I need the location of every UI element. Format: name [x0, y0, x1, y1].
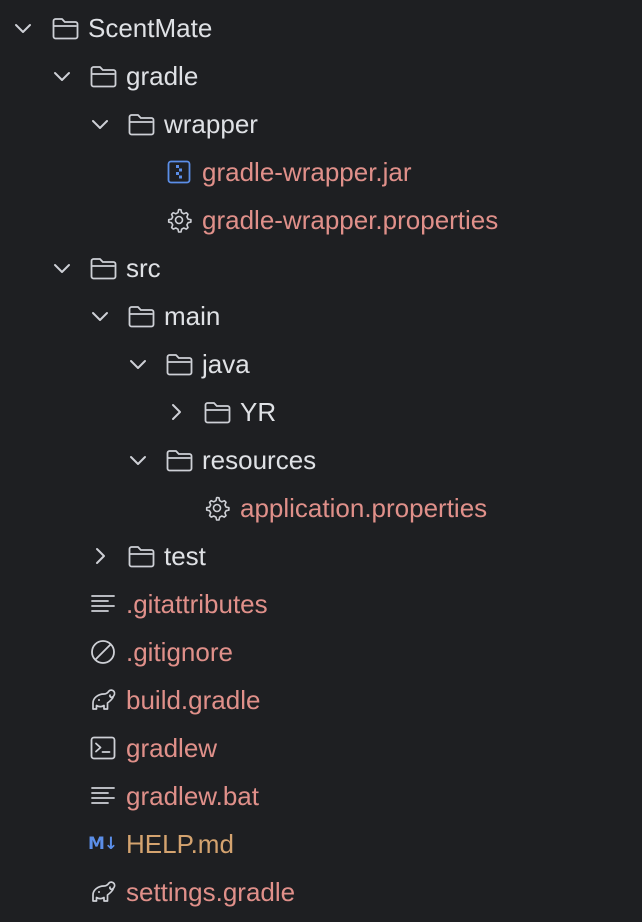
- tree-node-label: resources: [202, 445, 317, 475]
- jar-icon: [165, 159, 193, 185]
- tree-node-label: build.gradle: [126, 685, 261, 715]
- chevron-right-icon[interactable]: [88, 544, 112, 568]
- folder-icon: [165, 447, 193, 473]
- tree-node-label: settings.gradle: [126, 877, 296, 907]
- tree-node-label: YR: [240, 397, 277, 427]
- tree-node-application-properties[interactable]: application.properties: [0, 484, 642, 532]
- tree-node-test[interactable]: test: [0, 532, 642, 580]
- folder-icon: [89, 255, 117, 281]
- tree-node-help-md[interactable]: M↓ HELP.md: [0, 820, 642, 868]
- tree-node-gitignore[interactable]: .gitignore: [0, 628, 642, 676]
- tree-node-gradle-wrapper-properties[interactable]: gradle-wrapper.properties: [0, 196, 642, 244]
- text-file-icon: [89, 591, 117, 617]
- tree-node-gradle-wrapper-jar[interactable]: gradle-wrapper.jar: [0, 148, 642, 196]
- tree-node-label: ScentMate: [88, 13, 213, 43]
- text-file-icon: [89, 783, 117, 809]
- tree-node-gradlew[interactable]: gradlew: [0, 724, 642, 772]
- markdown-icon: M↓: [88, 834, 118, 854]
- tree-node-label: gradle-wrapper.properties: [202, 205, 499, 235]
- folder-icon: [127, 111, 155, 137]
- chevron-down-icon[interactable]: [126, 448, 150, 472]
- folder-icon: [89, 63, 117, 89]
- chevron-down-icon[interactable]: [88, 112, 112, 136]
- tree-node-gradle[interactable]: gradle: [0, 52, 642, 100]
- folder-icon: [165, 351, 193, 377]
- ignore-icon: [89, 639, 117, 665]
- chevron-down-icon[interactable]: [11, 16, 35, 40]
- tree-node-java[interactable]: java: [0, 340, 642, 388]
- tree-node-label: gradle: [126, 61, 199, 91]
- tree-node-resources[interactable]: resources: [0, 436, 642, 484]
- tree-node-label: main: [164, 301, 221, 331]
- tree-node-label: gradlew: [126, 733, 218, 763]
- tree-node-label: test: [164, 541, 206, 571]
- folder-icon: [127, 543, 155, 569]
- tree-node-main[interactable]: main: [0, 292, 642, 340]
- tree-node-label: application.properties: [240, 493, 488, 523]
- tree-node-yr[interactable]: YR: [0, 388, 642, 436]
- tree-node-build-gradle[interactable]: build.gradle: [0, 676, 642, 724]
- tree-node-label: .gitattributes: [126, 589, 268, 619]
- folder-icon: [127, 303, 155, 329]
- gear-icon: [165, 207, 193, 233]
- tree-node-label: HELP.md: [126, 829, 234, 859]
- chevron-down-icon[interactable]: [88, 304, 112, 328]
- tree-node-label: gradlew.bat: [126, 781, 259, 811]
- chevron-down-icon[interactable]: [50, 64, 74, 88]
- tree-node-label: wrapper: [164, 109, 258, 139]
- terminal-icon: [89, 735, 117, 761]
- chevron-right-icon[interactable]: [164, 400, 188, 424]
- tree-node-scentmate[interactable]: ScentMate: [0, 4, 642, 52]
- tree-node-label: .gitignore: [126, 637, 233, 667]
- tree-node-label: java: [202, 349, 250, 379]
- tree-node-label: src: [126, 253, 161, 283]
- tree-node-label: gradle-wrapper.jar: [202, 157, 412, 187]
- gear-icon: [203, 495, 231, 521]
- tree-node-gradlew-bat[interactable]: gradlew.bat: [0, 772, 642, 820]
- folder-icon: [203, 399, 231, 425]
- project-tree: ScentMate gradle wrapper gradle-wrapper.…: [0, 0, 642, 922]
- chevron-down-icon[interactable]: [50, 256, 74, 280]
- folder-icon: [51, 15, 79, 41]
- gradle-icon: [89, 687, 117, 713]
- tree-node-settings-gradle[interactable]: settings.gradle: [0, 868, 642, 916]
- tree-node-wrapper[interactable]: wrapper: [0, 100, 642, 148]
- tree-node-src[interactable]: src: [0, 244, 642, 292]
- chevron-down-icon[interactable]: [126, 352, 150, 376]
- tree-node-gitattributes[interactable]: .gitattributes: [0, 580, 642, 628]
- gradle-icon: [89, 879, 117, 905]
